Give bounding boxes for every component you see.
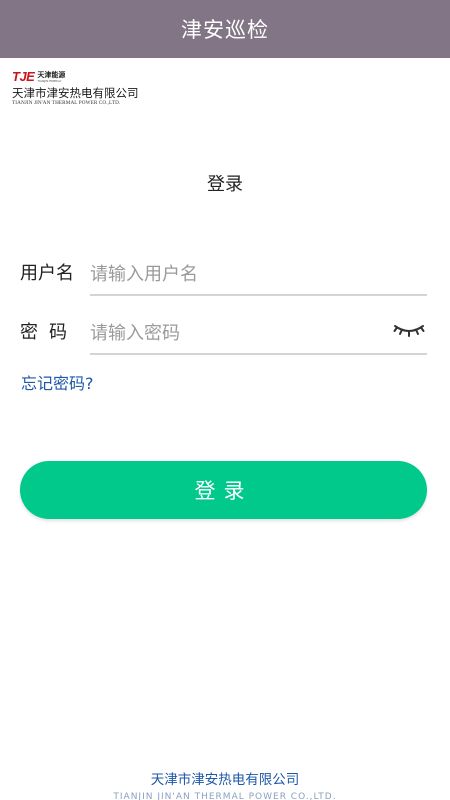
logo-mark-row: TJE 天津能源 TIANJIN ENERGY [12, 70, 152, 83]
password-input[interactable] [90, 315, 427, 351]
password-underline [90, 353, 427, 355]
footer-company-name-en: TIANJIN JIN'AN THERMAL POWER CO.,LTD. [113, 792, 337, 800]
logo-company-name-en: TIANJIN JIN'AN THERMAL POWER CO.,LTD. [12, 100, 121, 106]
logo-mark: TJE [12, 69, 35, 84]
company-logo: TJE 天津能源 TIANJIN ENERGY 天津市津安热电有限公司 TIAN… [12, 70, 152, 108]
username-field: 用户名 [20, 256, 427, 296]
eye-closed-icon[interactable] [393, 320, 425, 340]
login-button[interactable]: 登录 [20, 461, 427, 519]
logo-mark-cn: 天津能源 [37, 70, 66, 79]
username-input[interactable] [90, 256, 427, 292]
logo-mark-sub: 天津能源 TIANJIN ENERGY [37, 71, 65, 83]
logo-mark-en: TIANJIN ENERGY [37, 78, 62, 83]
username-label: 用户名 [20, 263, 74, 284]
title-bar: 津安巡检 [0, 0, 450, 58]
logo-company-name: 天津市津安热电有限公司 [12, 86, 139, 100]
password-field: 密码 [20, 315, 427, 355]
username-underline [90, 294, 427, 296]
footer-company-name: 天津市津安热电有限公司 [150, 772, 300, 788]
login-heading: 登录 [207, 174, 243, 195]
forgot-password-link[interactable]: 忘记密码? [21, 370, 94, 394]
app-title: 津安巡检 [181, 18, 269, 42]
password-label: 密码 [20, 322, 78, 343]
